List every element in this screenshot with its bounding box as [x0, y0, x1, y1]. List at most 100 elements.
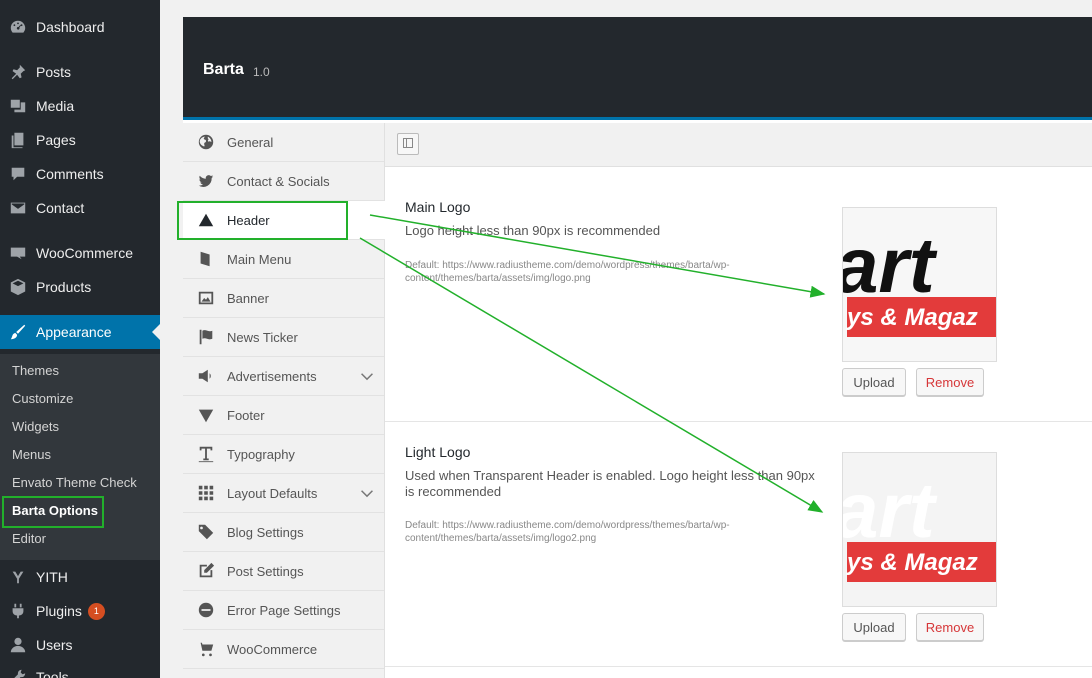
light-logo-desc: Used when Transparent Header is enabled.… — [405, 468, 815, 499]
nav-label: News Ticker — [227, 329, 298, 345]
nav-label: Banner — [227, 290, 269, 306]
menu-yith[interactable]: YITH — [0, 560, 160, 594]
menu-plugins[interactable]: Plugins 1 — [0, 594, 160, 628]
highlight-box-barta-options — [2, 496, 104, 528]
menu-contact[interactable]: Contact — [0, 191, 160, 225]
options-panel: Barta 1.0 General Contact & Socials Head… — [183, 17, 1092, 678]
main-logo-upload-button[interactable]: Upload — [842, 368, 906, 396]
nav-label: Typography — [227, 446, 295, 462]
panel-header: Barta 1.0 — [183, 17, 1092, 120]
content-toolbar — [385, 123, 1092, 167]
submenu-menus[interactable]: Menus — [12, 447, 51, 462]
nav-typography[interactable]: Typography — [183, 435, 384, 474]
menu-pages[interactable]: Pages — [0, 123, 160, 157]
menu-label: WooCommerce — [36, 245, 133, 261]
menu-label: Pages — [36, 132, 76, 148]
light-logo-preview[interactable]: art ys & Magaz — [842, 452, 997, 607]
plugin-icon — [8, 601, 28, 621]
nav-layout-defaults[interactable]: Layout Defaults — [183, 474, 384, 513]
flag-icon — [196, 327, 216, 347]
mail-icon — [8, 198, 28, 218]
menu-label: Comments — [36, 166, 104, 182]
logo-image: art ys & Magaz — [843, 208, 996, 361]
main-logo-preview[interactable]: art ys & Magaz — [842, 207, 997, 362]
nav-advertisements[interactable]: Advertisements — [183, 357, 384, 396]
light-logo-remove-button[interactable]: Remove — [916, 613, 984, 641]
chevron-down-icon[interactable] — [360, 369, 374, 383]
box-icon — [8, 277, 28, 297]
light-logo-title: Light Logo — [405, 444, 471, 460]
nav-banner[interactable]: Banner — [183, 279, 384, 318]
menu-users[interactable]: Users — [0, 628, 160, 662]
menu-products[interactable]: Products — [0, 270, 160, 304]
menu-dashboard[interactable]: Dashboard — [0, 10, 160, 44]
menu-label: YITH — [36, 569, 68, 585]
nav-label: Main Menu — [227, 251, 292, 267]
nav-contact-socials[interactable]: Contact & Socials — [183, 162, 384, 201]
nav-label: Advertisements — [227, 368, 317, 384]
menu-woocommerce[interactable]: WooCommerce — [0, 236, 160, 270]
nav-general[interactable]: General — [183, 123, 384, 162]
menu-tools[interactable]: Tools — [0, 660, 160, 678]
comment-icon — [8, 164, 28, 184]
light-logo-default: Default: https://www.radiustheme.com/dem… — [405, 520, 730, 544]
panel-version: 1.0 — [253, 65, 270, 79]
minus-circle-icon — [196, 600, 216, 620]
nav-error-page-settings[interactable]: Error Page Settings — [183, 591, 384, 630]
image-icon — [196, 288, 216, 308]
grid-icon — [196, 483, 216, 503]
logo-image: art ys & Magaz — [843, 453, 996, 606]
svg-text:art: art — [843, 221, 938, 309]
nav-label: Post Settings — [227, 563, 304, 579]
menu-comments[interactable]: Comments — [0, 157, 160, 191]
svg-text:ys & Magaz: ys & Magaz — [846, 549, 978, 576]
section-divider — [385, 421, 1092, 422]
nav-footer[interactable]: Footer — [183, 396, 384, 435]
tools-icon — [8, 667, 28, 678]
panel-title: Barta — [203, 61, 244, 78]
nav-woocommerce[interactable]: WooCommerce — [183, 630, 384, 669]
globe-icon — [196, 132, 216, 152]
menu-label: Users — [36, 637, 73, 653]
menu-label: Media — [36, 98, 75, 114]
media-icon — [8, 96, 28, 116]
menu-label: Plugins — [36, 603, 82, 619]
yith-icon — [8, 567, 28, 587]
user-icon — [8, 635, 28, 655]
cart-icon — [196, 639, 216, 659]
menu-label: Products — [36, 279, 92, 295]
nav-post-settings[interactable]: Post Settings — [183, 552, 384, 591]
menu-posts[interactable]: Posts — [0, 55, 160, 89]
main-logo-remove-button[interactable]: Remove — [916, 368, 984, 396]
nav-news-ticker[interactable]: News Ticker — [183, 318, 384, 357]
expand-toggle-button[interactable] — [397, 133, 419, 155]
main-logo-desc: Logo height less than 90px is recommende… — [405, 223, 661, 238]
nav-blog-settings[interactable]: Blog Settings — [183, 513, 384, 552]
light-logo-upload-button[interactable]: Upload — [842, 613, 906, 641]
pages-icon — [8, 130, 28, 150]
submenu-themes[interactable]: Themes — [12, 363, 59, 378]
chevron-down-icon[interactable] — [360, 486, 374, 500]
tags-icon — [196, 522, 216, 542]
highlight-box-header — [177, 201, 348, 240]
main-logo-default: Default: https://www.radiustheme.com/dem… — [405, 260, 730, 284]
menu-label: Appearance — [36, 324, 112, 340]
submenu-editor[interactable]: Editor — [12, 531, 46, 546]
submenu-widgets[interactable]: Widgets — [12, 419, 59, 434]
menu-label: Tools — [36, 669, 69, 678]
nav-label: Footer — [227, 407, 265, 423]
menu-media[interactable]: Media — [0, 89, 160, 123]
nav-label: Layout Defaults — [227, 485, 318, 501]
nav-label: Error Page Settings — [227, 602, 341, 618]
submenu-customize[interactable]: Customize — [12, 391, 73, 406]
edit-icon — [196, 561, 216, 581]
woo-icon — [8, 243, 28, 263]
nav-main-menu[interactable]: Main Menu — [183, 240, 384, 279]
book-icon — [196, 249, 216, 269]
nav-label: General — [227, 134, 274, 150]
menu-label: Contact — [36, 200, 85, 216]
nav-label: Blog Settings — [227, 524, 304, 540]
submenu-envato-theme-check[interactable]: Envato Theme Check — [12, 475, 137, 490]
menu-appearance[interactable]: Appearance — [0, 315, 160, 349]
dashboard-icon — [8, 17, 28, 37]
